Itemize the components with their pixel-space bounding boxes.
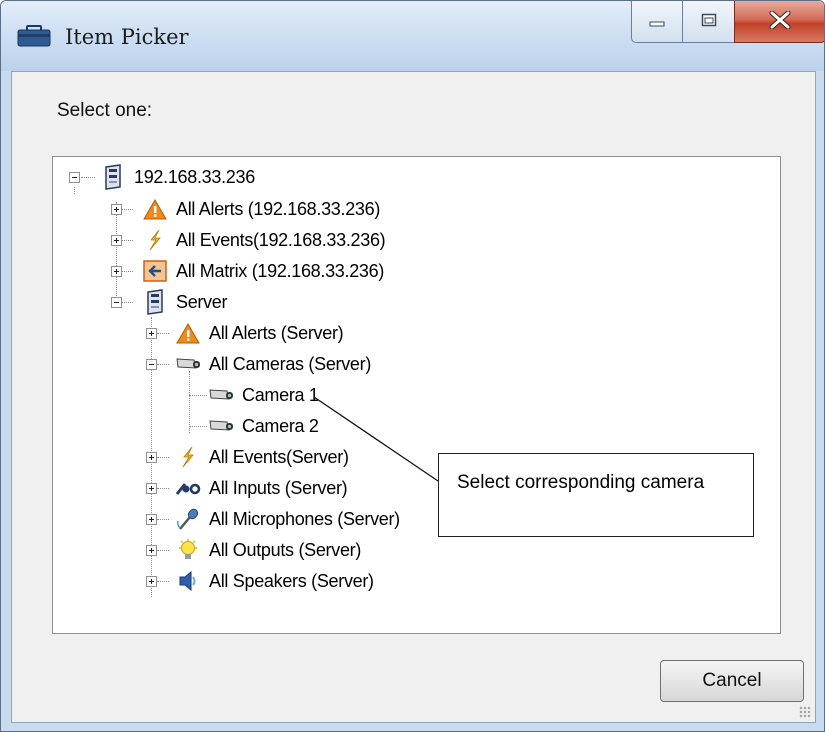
- callout-pointer-line: [313, 396, 439, 482]
- annotation-callout: Select corresponding camera: [438, 453, 754, 537]
- annotation-text: Select corresponding camera: [457, 472, 705, 493]
- item-picker-window: Item Picker Select one: 192.168.33.236 A…: [0, 0, 825, 732]
